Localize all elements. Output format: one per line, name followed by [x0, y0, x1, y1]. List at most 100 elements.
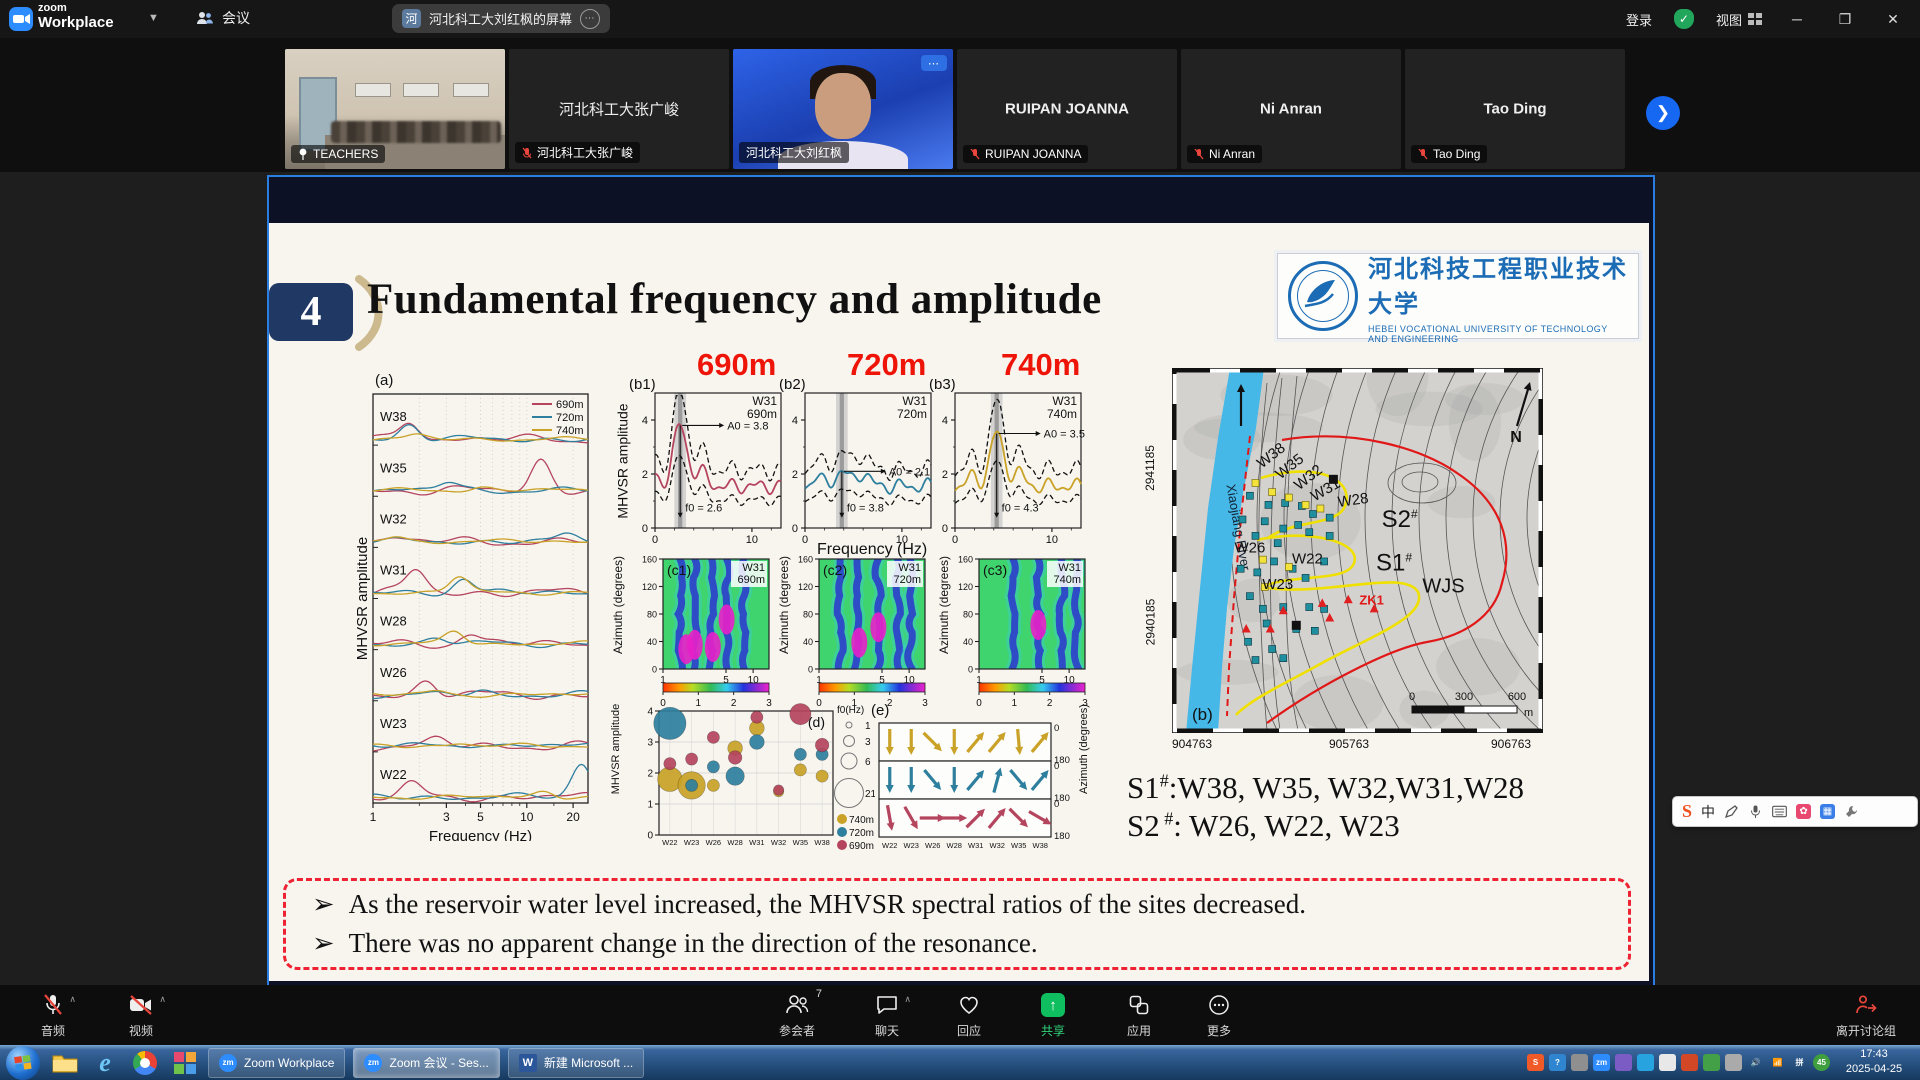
- grid-tools-icon[interactable]: ▦: [1820, 804, 1835, 819]
- audio-button[interactable]: ∧ 音频: [12, 992, 94, 1039]
- internet-explorer-icon[interactable]: e: [90, 1048, 120, 1078]
- tray-icon[interactable]: [1659, 1054, 1676, 1071]
- svg-text:0: 0: [1054, 723, 1059, 734]
- minimize-button[interactable]: ─: [1784, 11, 1810, 27]
- help-tray-icon[interactable]: ?: [1549, 1054, 1566, 1071]
- svg-text:W31: W31: [1058, 562, 1081, 574]
- svg-text:1: 1: [647, 800, 653, 811]
- video-tile[interactable]: Tao Ding Tao Ding: [1405, 49, 1625, 169]
- skin-icon[interactable]: ✿: [1796, 804, 1811, 819]
- audio-caret[interactable]: ∧: [69, 994, 76, 1005]
- tile-name-label: TEACHERS: [291, 145, 385, 163]
- volume-tray-icon[interactable]: 🔊: [1747, 1054, 1764, 1071]
- svg-text:1: 1: [370, 810, 377, 824]
- taskbar-clock[interactable]: 17:43 2025-04-25: [1834, 1047, 1914, 1078]
- taskbar-window-zoom-meeting[interactable]: zm Zoom 会议 - Ses...: [353, 1048, 499, 1078]
- heart-icon: [957, 993, 981, 1017]
- tab-meeting-label: 会议: [222, 8, 250, 28]
- pin-icon: [298, 148, 308, 160]
- video-strip: TEACHERS 河北科工大张广峻 河北科工大张广峻 ⋯ 河北科工大刘红枫 RU…: [0, 38, 1920, 172]
- share-button[interactable]: ↑ 共享: [1012, 992, 1094, 1039]
- svg-text:MHVSR amplitude: MHVSR amplitude: [357, 537, 371, 660]
- svg-text:3: 3: [443, 810, 450, 824]
- svg-text:0: 0: [1054, 799, 1059, 810]
- pill-more-icon[interactable]: ⋯: [580, 9, 600, 29]
- shared-screen-title: 河北科工大刘红枫的屏幕: [429, 9, 572, 28]
- maximize-button[interactable]: ❐: [1832, 11, 1858, 28]
- apps-button[interactable]: 应用: [1098, 992, 1180, 1039]
- tray-icon[interactable]: [1637, 1054, 1654, 1071]
- mic-icon[interactable]: [1748, 804, 1763, 819]
- svg-text:W32: W32: [380, 511, 407, 526]
- panel-b3-spectrum-740m: 024010(b3)W31740mA0 = 3.5f0 = 4.3: [929, 379, 1089, 569]
- tray-icon[interactable]: [1615, 1054, 1632, 1071]
- ime-tray-icon[interactable]: 拼: [1791, 1054, 1808, 1071]
- video-tile-teachers[interactable]: TEACHERS: [285, 49, 505, 169]
- video-tile-speaker[interactable]: ⋯ 河北科工大刘红枫: [733, 49, 953, 169]
- network-tray-icon[interactable]: 📶: [1769, 1054, 1786, 1071]
- svg-text:120: 120: [958, 582, 973, 592]
- security-shield-icon[interactable]: ✓: [1674, 9, 1694, 29]
- leave-button[interactable]: 离开讨论组: [1818, 992, 1914, 1039]
- sogou-logo-icon[interactable]: S: [1682, 801, 1692, 822]
- participants-icon: [784, 993, 810, 1017]
- battery-tray-icon[interactable]: 45: [1813, 1054, 1830, 1071]
- clock-time: 17:43: [1834, 1047, 1914, 1062]
- zoom-tray-icon[interactable]: zm: [1593, 1054, 1610, 1071]
- svg-text:180: 180: [1054, 831, 1070, 842]
- svg-text:W22: W22: [380, 767, 407, 782]
- login-button[interactable]: 登录: [1626, 10, 1652, 29]
- shared-screen-pill[interactable]: 河 河北科工大刘红枫的屏幕 ⋯: [392, 4, 610, 33]
- svg-text:0: 0: [647, 831, 653, 842]
- taskbar-window-zoom-workplace[interactable]: zm Zoom Workplace: [208, 1048, 345, 1078]
- svg-text:3: 3: [647, 738, 653, 749]
- next-participants-button[interactable]: ❯: [1646, 96, 1680, 130]
- security-tray-icon[interactable]: [1703, 1054, 1720, 1071]
- close-button[interactable]: ✕: [1880, 11, 1906, 28]
- chevron-down-icon[interactable]: ▼: [148, 12, 159, 24]
- video-button[interactable]: ∧ 视频: [100, 992, 182, 1039]
- reactions-button[interactable]: 回应: [928, 992, 1010, 1039]
- photos-icon[interactable]: [170, 1048, 200, 1078]
- svg-text:f0 = 4.3: f0 = 4.3: [1002, 502, 1039, 514]
- tray-icon[interactable]: [1571, 1054, 1588, 1071]
- video-caret[interactable]: ∧: [159, 994, 166, 1005]
- svg-text:0: 0: [1054, 761, 1059, 772]
- video-tile[interactable]: RUIPAN JOANNA RUIPAN JOANNA: [957, 49, 1177, 169]
- tile-more-icon[interactable]: ⋯: [921, 55, 947, 71]
- svg-text:W28: W28: [947, 841, 962, 850]
- svg-text:10: 10: [746, 534, 758, 546]
- chat-button[interactable]: ∧ 聊天: [846, 992, 928, 1039]
- svg-text:80: 80: [647, 610, 657, 620]
- participants-button[interactable]: 7 参会者: [756, 992, 838, 1039]
- chrome-icon[interactable]: [130, 1048, 160, 1078]
- svg-text:W31: W31: [749, 838, 764, 847]
- keyboard-icon[interactable]: [1772, 804, 1787, 819]
- tab-meeting[interactable]: 会议: [196, 8, 250, 28]
- wrench-icon[interactable]: [1844, 804, 1859, 819]
- app-logo: zoom Workplace: [38, 3, 114, 30]
- svg-text:(b3): (b3): [929, 379, 956, 393]
- video-tile[interactable]: 河北科工大张广峻 河北科工大张广峻: [509, 49, 729, 169]
- chat-caret[interactable]: ∧: [904, 994, 911, 1005]
- svg-text:W31: W31: [968, 841, 983, 850]
- explorer-icon[interactable]: [50, 1048, 80, 1078]
- svg-text:0: 0: [952, 534, 958, 546]
- svg-text:W23: W23: [684, 838, 699, 847]
- ime-toolbar[interactable]: S 中 ✿ ▦: [1672, 796, 1918, 827]
- video-tile[interactable]: Ni Anran Ni Anran: [1181, 49, 1401, 169]
- svg-text:N: N: [1510, 429, 1522, 446]
- more-button[interactable]: 更多: [1178, 992, 1260, 1039]
- ime-mode-chinese[interactable]: 中: [1701, 802, 1715, 822]
- mic-muted-icon: [970, 148, 980, 160]
- start-button[interactable]: [6, 1046, 40, 1080]
- more-icon: [1207, 993, 1231, 1017]
- tray-icon[interactable]: [1725, 1054, 1742, 1071]
- svg-text:W22: W22: [882, 841, 897, 850]
- svg-text:120: 120: [798, 582, 813, 592]
- view-button[interactable]: 视图: [1716, 10, 1762, 29]
- tray-icon[interactable]: [1681, 1054, 1698, 1071]
- pen-icon[interactable]: [1724, 804, 1739, 819]
- taskbar-window-word[interactable]: W 新建 Microsoft ...: [508, 1048, 644, 1078]
- sogou-tray-icon[interactable]: S: [1527, 1054, 1544, 1071]
